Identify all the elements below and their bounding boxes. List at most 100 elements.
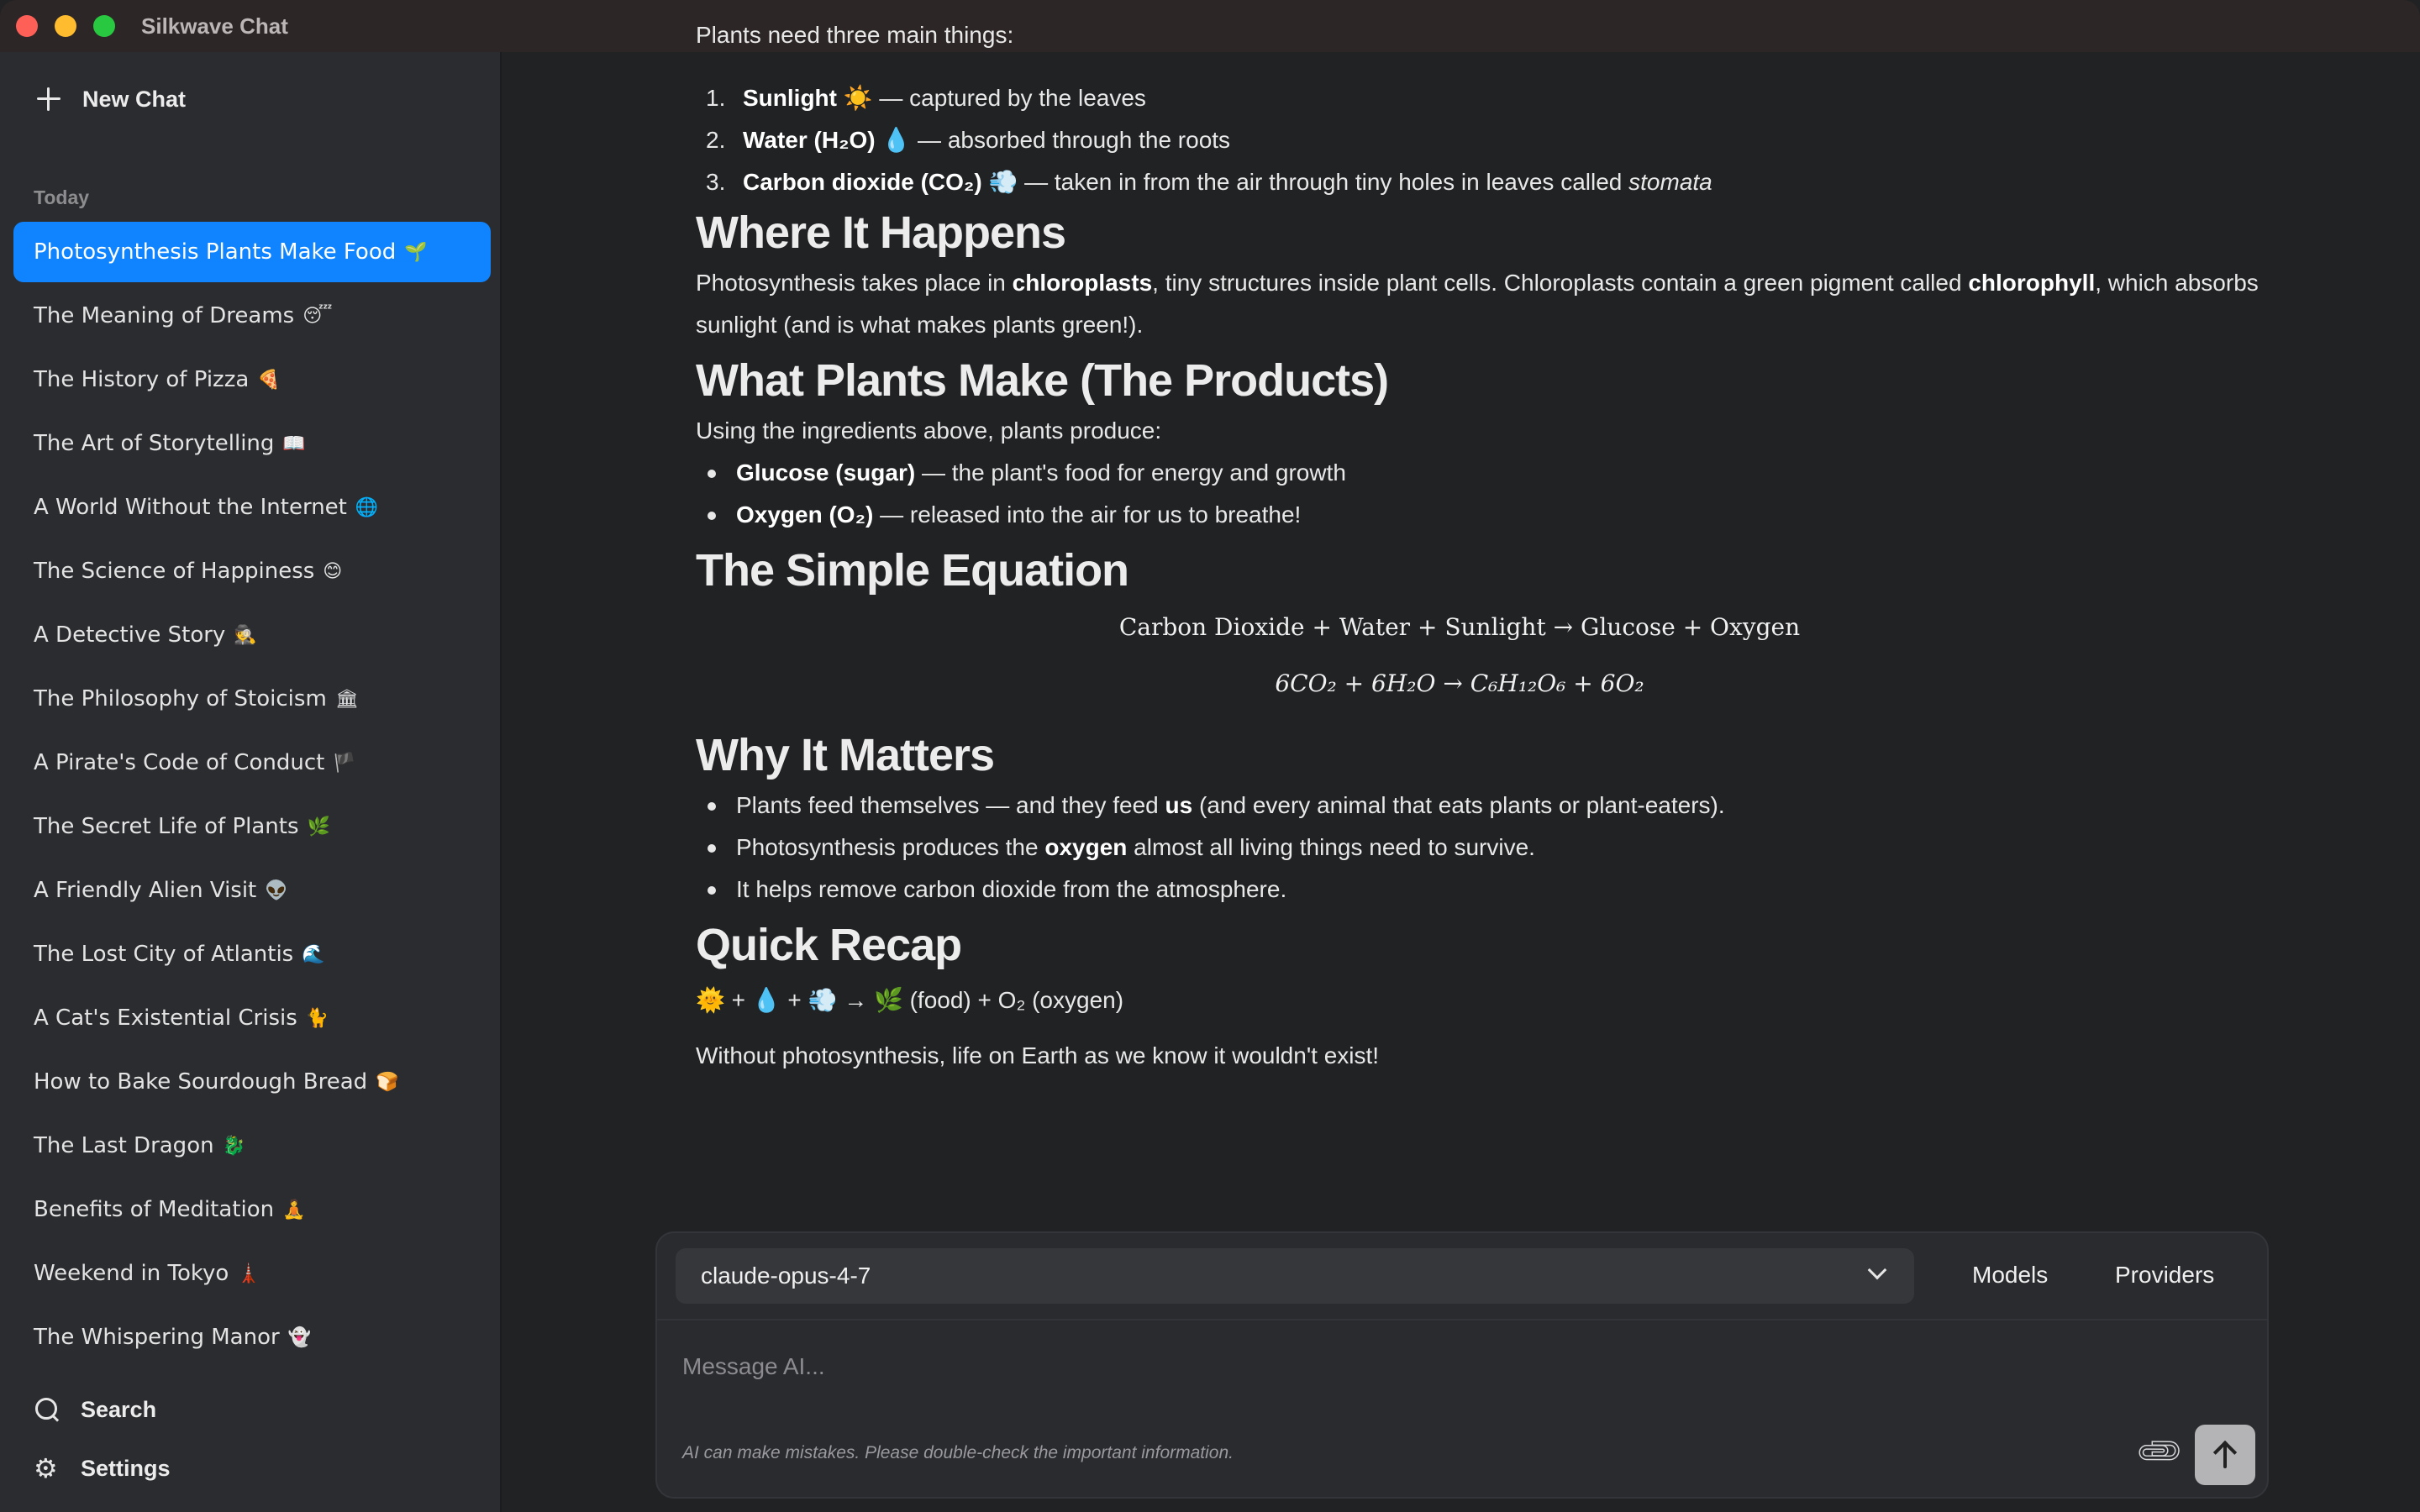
list-item-text: — captured by the leaves — [872, 85, 1146, 111]
chat-item-emoji: 👻 — [287, 1326, 312, 1348]
text-span: Plants feed themselves — and they feed — [736, 792, 1165, 818]
chat-item[interactable]: How to Bake Sourdough Bread 🍞 — [13, 1052, 491, 1112]
bold-span: chloroplasts — [1012, 270, 1153, 296]
chat-item-emoji: 🗼 — [237, 1263, 260, 1284]
text-span: almost all living things need to survive… — [1127, 834, 1535, 860]
chat-item[interactable]: The Secret Life of Plants 🌿 — [13, 796, 491, 857]
chat-item[interactable]: The History of Pizza 🍕 — [13, 349, 491, 410]
chat-item[interactable]: The Philosophy of Stoicism 🏛 — [13, 669, 491, 729]
chat-item-emoji: 🏴 — [333, 752, 356, 774]
list-item: 2. Water (H₂O) 💧 — absorbed through the r… — [696, 119, 2292, 161]
chat-item-title: The Philosophy of Stoicism — [34, 686, 327, 711]
bold-span: oxygen — [1044, 834, 1128, 860]
chat-item[interactable]: The Whispering Manor 👻 — [13, 1307, 491, 1368]
chat-item[interactable]: The Science of Happiness 😊 — [13, 541, 491, 601]
chat-item-title: The Science of Happiness — [34, 559, 315, 584]
chat-item[interactable]: The Lost City of Atlantis 🌊 — [13, 924, 491, 984]
chat-item[interactable]: A Detective Story 🕵 — [13, 605, 491, 665]
chat-item-title: A World Without the Internet — [34, 495, 347, 520]
chat-item-emoji: 🏛 — [334, 688, 359, 710]
model-select-value: claude-opus-4-7 — [701, 1263, 871, 1289]
text-span: , tiny structures inside plant cells. Ch… — [1152, 270, 1969, 296]
paperclip-icon[interactable]: 📎︎ — [2133, 1424, 2187, 1478]
chat-item[interactable]: Benefits of Meditation 🧘 — [13, 1179, 491, 1240]
chat-item-title: The Secret Life of Plants — [34, 814, 299, 839]
message-input[interactable] — [682, 1346, 2111, 1388]
chat-item-emoji: 😴 — [302, 305, 333, 327]
list-item: 1. Sunlight ☀️ — captured by the leaves — [696, 77, 2292, 119]
matters-list: Plants feed themselves — and they feed u… — [696, 785, 2292, 911]
chat-item[interactable]: Weekend in Tokyo 🗼 — [13, 1243, 491, 1304]
app-title: Silkwave Chat — [141, 13, 288, 39]
chat-item-emoji: 🍞 — [376, 1071, 399, 1093]
list-item: Oxygen (O₂) — released into the air for … — [696, 494, 2292, 536]
products-intro: Using the ingredients above, plants prod… — [696, 417, 1162, 444]
bold-span: us — [1165, 792, 1193, 818]
chat-item-emoji: 🌿 — [307, 816, 330, 837]
chat-item[interactable]: Photosynthesis Plants Make Food 🌱 — [13, 222, 491, 282]
text-span: (and every animal that eats plants or pl… — [1192, 792, 1725, 818]
providers-button[interactable]: Providers — [2115, 1262, 2214, 1289]
models-button[interactable]: Models — [1972, 1262, 2048, 1289]
chat-item[interactable]: A Cat's Existential Crisis 🐈 — [13, 988, 491, 1048]
chat-item[interactable]: The Art of Storytelling 📖 — [13, 413, 491, 474]
chat-item-title: The History of Pizza — [34, 367, 250, 392]
send-button[interactable] — [2195, 1425, 2255, 1485]
search-button[interactable]: Search — [34, 1396, 156, 1423]
chat-item-emoji: 🐈 — [305, 1007, 329, 1029]
chat-item-title: A Friendly Alien Visit — [34, 878, 257, 903]
chat-item-title: The Art of Storytelling — [34, 431, 275, 456]
chat-item[interactable]: The Meaning of Dreams 😴 — [13, 286, 491, 346]
chat-history-list: Photosynthesis Plants Make Food 🌱 The Mea… — [13, 222, 491, 1371]
minimize-window-button[interactable] — [55, 15, 76, 37]
chat-item-emoji: 🌱 — [404, 241, 428, 263]
list-item-text: — absorbed through the roots — [911, 127, 1231, 153]
chat-item-emoji: 👽 — [265, 879, 288, 901]
ingredients-list: 1. Sunlight ☀️ — captured by the leaves 2… — [696, 77, 2292, 203]
list-item: Photosynthesis produces the oxygen almos… — [696, 827, 2292, 869]
divider — [657, 1319, 2267, 1320]
settings-button[interactable]: ⚙ Settings — [34, 1455, 171, 1482]
list-item-italic: stomata — [1628, 169, 1712, 195]
chat-item-emoji: 🕵 — [234, 624, 257, 646]
model-select[interactable]: claude-opus-4-7 — [676, 1248, 1914, 1304]
chat-item-title: Weekend in Tokyo — [34, 1261, 229, 1286]
list-item-bold: Water (H₂O) 💧 — [743, 127, 912, 153]
list-number: 3. — [706, 169, 726, 195]
heading-matters: Why It Matters — [696, 730, 995, 780]
title-bar: Silkwave Chat — [0, 0, 2420, 52]
chat-item[interactable]: A Friendly Alien Visit 👽 — [13, 860, 491, 921]
composer: claude-opus-4-7 Models Providers AI can … — [655, 1231, 2269, 1499]
chat-item[interactable]: The Last Dragon 🐉 — [13, 1116, 491, 1176]
chat-item-emoji: 🍕 — [257, 369, 281, 391]
list-item-bold: Oxygen (O₂) — [736, 501, 874, 528]
products-list: Glucose (sugar) — the plant's food for e… — [696, 452, 2292, 536]
chat-item-emoji: 🧘 — [282, 1199, 306, 1221]
section-label-today: Today — [34, 186, 90, 208]
text-span: It helps remove carbon dioxide from the … — [736, 876, 1287, 902]
arrow-up-icon — [2195, 1425, 2255, 1485]
list-item-text: — the plant's food for energy and growth — [915, 459, 1346, 486]
message-intro-text: Plants need three main things: — [696, 22, 1014, 48]
zoom-window-button[interactable] — [93, 15, 115, 37]
bold-span: chlorophyll — [1968, 270, 2096, 296]
chat-item-title: Photosynthesis Plants Make Food — [34, 239, 397, 265]
list-item-bold: Glucose (sugar) — [736, 459, 916, 486]
assistant-message: 1. Sunlight ☀️ — captured by the leaves 2… — [696, 77, 2292, 1077]
chat-item-emoji: 🌊 — [302, 943, 325, 965]
list-item-text: — released into the air for us to breath… — [873, 501, 1302, 528]
equation-words: Carbon Dioxide + Water + Sunlight → Gluc… — [1118, 613, 1801, 641]
gear-icon: ⚙ — [34, 1452, 58, 1484]
new-chat-button[interactable]: New Chat — [34, 84, 186, 114]
chat-item[interactable]: A World Without the Internet 🌐 — [13, 477, 491, 538]
heading-products: What Plants Make (The Products) — [696, 355, 1389, 406]
text-span: Photosynthesis produces the — [736, 834, 1045, 860]
close-window-button[interactable] — [16, 15, 38, 37]
chat-item[interactable]: A Pirate's Code of Conduct 🏴 — [13, 732, 491, 793]
chat-item-title: A Detective Story — [34, 622, 226, 648]
list-item: Glucose (sugar) — the plant's food for e… — [696, 452, 2292, 494]
list-item: It helps remove carbon dioxide from the … — [696, 869, 2292, 911]
heading-recap: Quick Recap — [696, 920, 962, 970]
chat-item-title: The Whispering Manor — [34, 1325, 280, 1350]
list-item: Plants feed themselves — and they feed u… — [696, 785, 2292, 827]
